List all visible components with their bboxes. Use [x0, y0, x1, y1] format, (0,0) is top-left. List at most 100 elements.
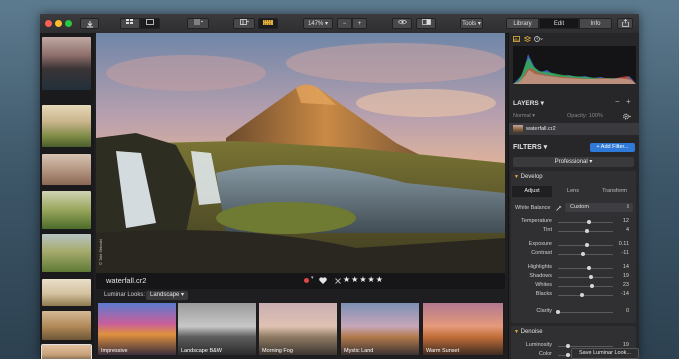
zoom-out-button[interactable]: − — [337, 18, 352, 29]
slider-handle[interactable] — [584, 229, 589, 233]
blend-mode-dropdown[interactable]: Normal ▾ — [513, 113, 535, 119]
share-icon — [621, 19, 629, 27]
filmstrip-thumbnail-selected[interactable] — [41, 344, 92, 359]
layer-row[interactable]: waterfall.cr2 — [509, 123, 639, 135]
filmstrip-thumbnail[interactable] — [42, 105, 91, 147]
eyedropper-icon[interactable] — [556, 205, 562, 211]
filmstrip-toggle-button[interactable] — [258, 18, 278, 29]
filmstrip-thumbnail[interactable] — [42, 154, 91, 185]
star-rating[interactable]: ★★★★★ — [343, 275, 384, 284]
white-balance-dropdown[interactable]: Custom ⇕ — [565, 203, 633, 212]
look-thumbnail[interactable]: Landscape B&W — [178, 303, 256, 355]
looks-category-dropdown[interactable]: Landscape ▾ — [146, 291, 189, 300]
look-thumbnail[interactable]: Morning Fog — [259, 303, 337, 355]
develop-tab-transform[interactable]: Transform — [594, 186, 635, 197]
layers-stack-icon[interactable] — [524, 36, 531, 42]
remove-layer-button[interactable]: − — [615, 97, 620, 106]
import-button[interactable] — [80, 18, 99, 29]
slider-track[interactable] — [558, 285, 613, 287]
edit-panel: LAYERS ▾ − + Normal ▾ Opacity: 100% wate… — [508, 33, 639, 359]
denoise-header[interactable]: ▼ Denoise — [514, 329, 543, 335]
slider-row: Shadows 19 — [511, 273, 636, 281]
slider-label: Color — [538, 351, 552, 357]
filters-header[interactable]: FILTERS ▾ — [513, 143, 547, 151]
develop-tab-adjust[interactable]: Adjust — [512, 186, 552, 197]
maximize-window-button[interactable] — [65, 20, 72, 27]
zoom-in-button[interactable]: + — [352, 18, 367, 29]
preview-button[interactable] — [392, 18, 412, 29]
slider-row: Exposure 0.11 — [511, 241, 636, 249]
sidebar-toggle-button[interactable] — [233, 18, 255, 29]
filmstrip-thumbnail[interactable] — [42, 311, 91, 340]
look-name: Mystic Land — [344, 348, 374, 354]
slider-handle[interactable] — [580, 252, 585, 256]
slider-row: Temperature 12 — [511, 218, 636, 226]
slider-label: Clarity — [536, 308, 552, 314]
slider-track[interactable] — [558, 221, 613, 223]
looks-label: Luminar Looks: — [104, 292, 146, 298]
slider-handle[interactable] — [589, 275, 593, 279]
slider-handle[interactable] — [586, 220, 591, 224]
heart-icon[interactable] — [319, 277, 327, 284]
tab-library[interactable]: Library — [506, 18, 539, 29]
develop-tab-lens[interactable]: Lens — [553, 186, 593, 197]
tab-info[interactable]: Info — [579, 18, 612, 29]
filmstrip-thumbnail[interactable] — [42, 191, 91, 229]
slider-handle[interactable] — [566, 353, 571, 357]
filmstrip — [40, 33, 94, 359]
sort-dropdown[interactable] — [187, 18, 209, 29]
slider-track[interactable] — [558, 276, 613, 278]
slider-value: -14 — [621, 291, 629, 297]
slider-track[interactable] — [558, 311, 613, 313]
close-window-button[interactable] — [45, 20, 52, 27]
color-label-red[interactable] — [304, 278, 309, 283]
slider-handle[interactable] — [584, 243, 589, 247]
slider-label: Temperature — [521, 218, 552, 224]
compare-button[interactable] — [416, 18, 436, 29]
filmstrip-thumbnail[interactable] — [42, 234, 91, 272]
slider-label: Exposure — [528, 241, 552, 247]
develop-title: Develop — [520, 174, 543, 180]
minimize-window-button[interactable] — [55, 20, 62, 27]
slider-value: 12 — [622, 218, 629, 224]
zoom-dropdown[interactable]: 147% ▾ — [303, 18, 333, 29]
slider-row: Clarity 0 — [511, 308, 636, 316]
reject-icon[interactable] — [335, 278, 341, 284]
workspace-dropdown[interactable]: Professional ▾ — [513, 157, 634, 167]
slider-handle[interactable] — [579, 293, 584, 297]
histogram-icon[interactable] — [513, 36, 520, 42]
slider-track[interactable] — [558, 253, 613, 255]
filmstrip-thumbnail[interactable] — [42, 37, 91, 90]
slider-row: Whites 23 — [511, 282, 636, 290]
slider-handle[interactable] — [587, 266, 592, 270]
main-image[interactable]: © Tobi Shinobi — [96, 33, 505, 273]
add-filter-button[interactable]: + Add Filter... — [590, 143, 635, 152]
filmstrip-thumbnail[interactable] — [42, 279, 91, 306]
develop-header[interactable]: ▼ Develop — [514, 174, 543, 180]
look-thumbnail[interactable]: Impressive — [98, 303, 176, 355]
zoom-level: 147% — [307, 21, 324, 27]
slider-track[interactable] — [558, 294, 613, 296]
save-look-button[interactable]: Save Luminar Look... — [571, 348, 639, 359]
single-view-button[interactable] — [140, 18, 160, 29]
slider-handle[interactable] — [566, 344, 571, 348]
look-thumbnail[interactable]: Mystic Land — [341, 303, 419, 355]
slider-track[interactable] — [558, 267, 613, 269]
history-clock-icon[interactable] — [534, 36, 543, 42]
tools-dropdown[interactable]: Tools ▾ — [460, 18, 483, 29]
slider-handle[interactable] — [590, 284, 595, 288]
grid-view-button[interactable] — [120, 18, 140, 29]
layer-name: waterfall.cr2 — [526, 126, 556, 132]
tools-label: Tools — [462, 21, 477, 27]
share-button[interactable] — [617, 18, 633, 29]
color-label-dropdown[interactable]: ▾ — [311, 275, 314, 281]
slider-handle[interactable] — [556, 310, 560, 314]
look-thumbnail[interactable]: Warm Sunset — [423, 303, 503, 355]
layer-opacity[interactable]: Opacity: 100% — [567, 113, 603, 119]
gear-icon[interactable] — [623, 113, 631, 120]
add-layer-button[interactable]: + — [626, 97, 631, 106]
download-icon — [86, 21, 93, 28]
grid-icon — [126, 19, 133, 24]
layers-header[interactable]: LAYERS ▾ — [513, 99, 544, 107]
tab-edit[interactable]: Edit — [539, 18, 579, 29]
